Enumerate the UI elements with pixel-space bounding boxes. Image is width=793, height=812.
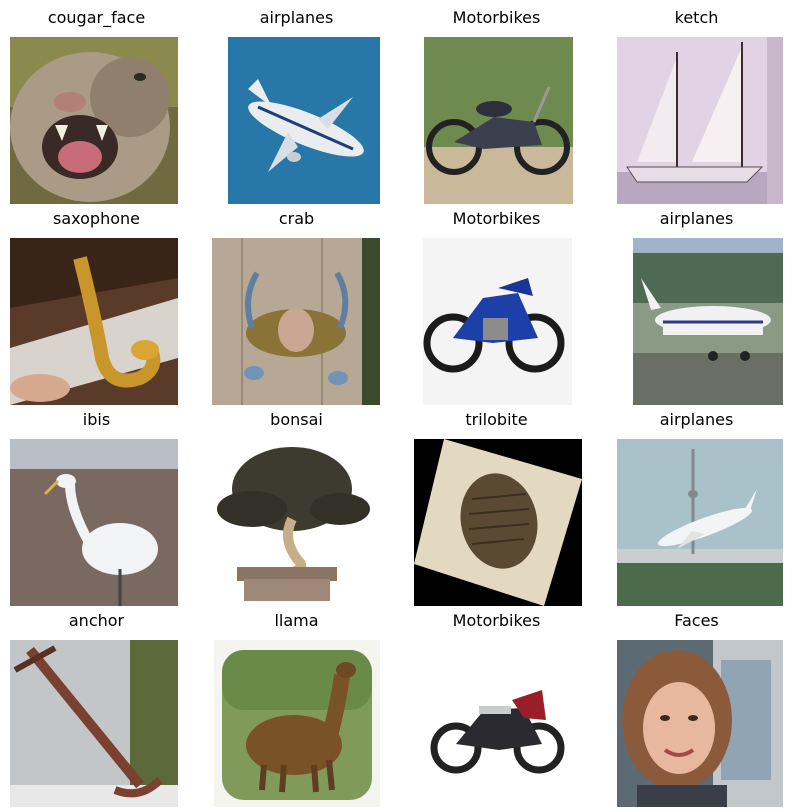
ibis-image (10, 439, 178, 606)
grid-cell: Motorbikes (400, 611, 593, 811)
image-title: crab (278, 209, 315, 228)
cougar-face-image (10, 37, 178, 204)
airplane-image (633, 238, 783, 405)
ketch-sailboat-image (617, 37, 783, 204)
image-title: airplanes (259, 8, 334, 27)
image-title: llama (274, 611, 319, 630)
bonsai-image (212, 439, 378, 606)
grid-cell: airplanes (600, 209, 793, 409)
image-title: airplanes (659, 410, 734, 429)
image-title: anchor (68, 611, 125, 630)
motorbike-image (424, 640, 573, 807)
motorbike-image (423, 238, 572, 405)
saxophone-image (10, 238, 178, 405)
airplane-image (617, 439, 783, 606)
grid-cell: airplanes (600, 410, 793, 610)
grid-cell: ibis (0, 410, 193, 610)
image-title: Motorbikes (452, 209, 541, 228)
image-title: saxophone (53, 209, 140, 228)
image-title: cougar_face (47, 8, 146, 27)
grid-cell: ketch (600, 8, 793, 208)
image-title: ibis (82, 410, 111, 429)
llama-image (214, 640, 380, 807)
image-title: Faces (674, 611, 719, 630)
face-portrait-image (617, 640, 783, 807)
grid-cell: bonsai (200, 410, 393, 610)
grid-cell: llama (200, 611, 393, 811)
grid-cell: saxophone (0, 209, 193, 409)
crab-image (212, 238, 380, 405)
image-title: airplanes (659, 209, 734, 228)
image-title: Motorbikes (452, 611, 541, 630)
grid-cell: crab (200, 209, 393, 409)
image-title: Motorbikes (452, 8, 541, 27)
grid-cell: Faces (600, 611, 793, 811)
grid-cell: trilobite (400, 410, 593, 610)
image-title: trilobite (465, 410, 528, 429)
anchor-image (10, 640, 178, 807)
airplane-image (228, 37, 380, 204)
trilobite-image (414, 439, 582, 606)
grid-cell: Motorbikes (400, 209, 593, 409)
image-grid: cougar_face airplanes Motorbikes ketch s… (0, 0, 793, 812)
grid-cell: airplanes (200, 8, 393, 208)
grid-cell: cougar_face (0, 8, 193, 208)
motorbike-image (424, 37, 573, 204)
grid-cell: anchor (0, 611, 193, 811)
image-title: ketch (674, 8, 719, 27)
image-title: bonsai (270, 410, 323, 429)
grid-cell: Motorbikes (400, 8, 593, 208)
